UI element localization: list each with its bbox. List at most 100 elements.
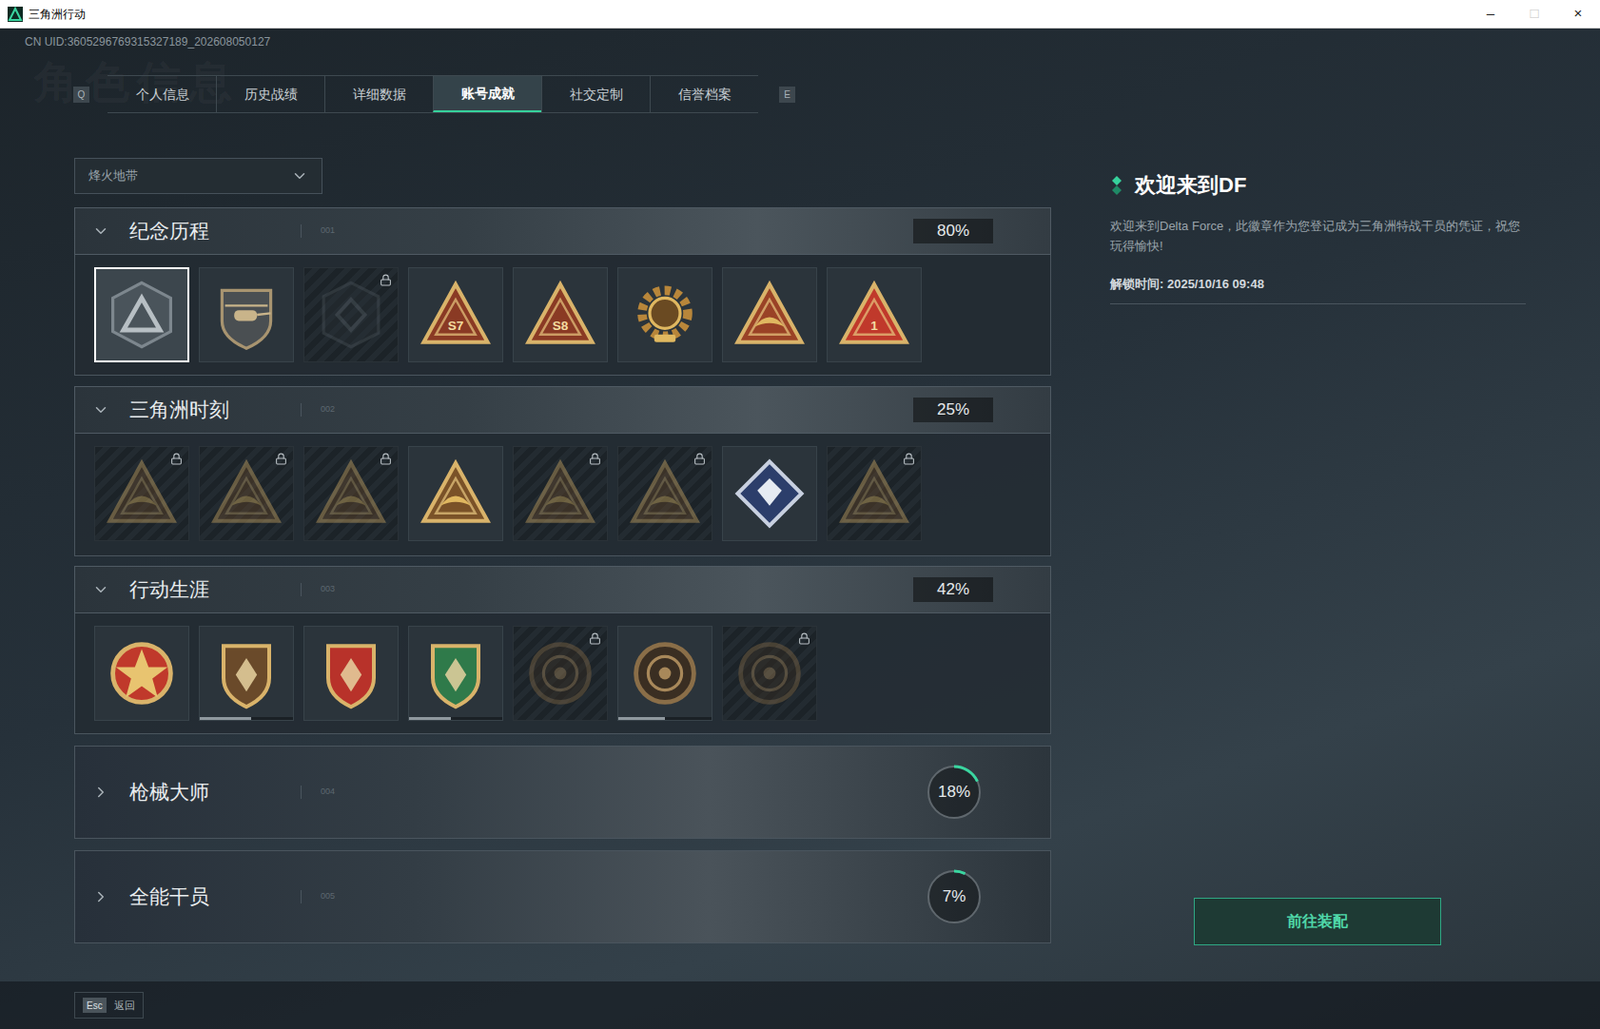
achievement-badge[interactable] [826,446,922,542]
triangle-badge-icon [626,455,703,532]
lock-icon [588,452,602,466]
achievement-badge[interactable] [617,625,713,722]
uid-label: CN UID:3605296769315327189_202608050127 [0,28,1600,54]
badge-progress [618,717,712,721]
app-window: 三角洲行动–□×角色信息CN UID:3605296769315327189_2… [0,0,1600,1029]
badge-grid [74,613,1052,735]
window-control[interactable]: – [1468,2,1513,25]
achievement-badge[interactable] [617,446,713,542]
content: 烽火地带纪念历程00180% S7 S8 1 三角洲时刻00225% 行动生涯00342%… [0,157,1600,944]
achievement-badge[interactable] [94,446,190,542]
chevron-right-icon [92,783,110,801]
star-medal-icon [103,635,180,712]
achievement-badge[interactable] [198,446,294,542]
delta-badge-icon [103,276,180,353]
category-percent: 25% [913,397,994,423]
category-header[interactable]: 纪念历程00180% [74,207,1052,255]
footer-bar: Esc返回 [0,981,1600,1029]
achievement-badge[interactable] [94,625,190,722]
achievement-badge[interactable] [303,267,399,363]
lock-icon [170,452,183,466]
watermark: 角色信息 [34,49,240,116]
triangle-badge-icon: 1 [836,276,913,353]
achievement-badge[interactable]: S8 [512,267,608,363]
triangle-badge-icon [417,455,494,532]
achievement-category[interactable]: 全能干员0057% [74,850,1052,944]
achievement-badge[interactable] [721,267,818,363]
lock-icon [274,452,288,466]
category-percent: 80% [913,218,994,244]
triangle-badge-icon [103,455,180,532]
category-header[interactable]: 行动生涯00342% [74,565,1052,614]
achievement-badge[interactable] [512,446,608,542]
coin-badge-icon [626,635,703,712]
tab[interactable]: 社交定制 [541,76,650,113]
chevron-right-icon [92,888,110,906]
lock-icon [902,452,916,466]
achievement-category[interactable]: 枪械大师00418% [74,745,1052,840]
achievement-category: 纪念历程00180% S7 S8 1 [74,207,1052,376]
chevron-down-icon [92,222,110,240]
mode-select[interactable]: 烽火地带 [74,157,323,195]
dropdown-icon [291,167,309,185]
lock-icon [588,632,602,645]
category-header[interactable]: 三角洲时刻00225% [74,386,1052,434]
tab-bar: Q个人信息历史战绩详细数据账号成就社交定制信誉档案E [73,75,1600,114]
helicopter-badge-icon [208,276,285,353]
lock-icon [379,452,392,466]
badge-mark: S7 [448,318,465,333]
back-button[interactable]: Esc返回 [74,992,144,1020]
shield-badge-icon [417,635,494,712]
lock-icon [379,273,392,287]
tab[interactable]: 详细数据 [324,76,433,113]
achievement-badge[interactable] [303,446,399,542]
achievement-badge[interactable] [303,625,399,722]
tab[interactable]: 信誉档案 [649,76,759,113]
lock-icon [798,632,811,645]
achievement-category: 行动生涯00342% [74,565,1052,735]
achievement-badge[interactable] [408,625,504,722]
shield-badge-icon [312,635,390,712]
triangle-badge-icon: S8 [522,276,599,353]
category-percent: 42% [913,577,994,603]
progress-ring: 7% [924,867,984,927]
achievement-badge[interactable] [721,625,818,722]
chevron-down-icon [92,581,110,599]
achievement-badge[interactable] [721,446,818,542]
achievement-badge[interactable]: S7 [408,267,504,363]
window-control[interactable]: □ [1512,2,1557,25]
triangle-badge-icon [731,276,808,353]
triangle-badge-icon [312,455,390,532]
achievement-badge[interactable] [198,267,294,363]
achievement-category: 三角洲时刻00225% [74,386,1052,557]
achievement-badge[interactable]: 1 [826,267,922,363]
emblem-badge-icon [312,276,390,353]
badge-mark: 1 [870,318,879,333]
achievement-badge[interactable] [198,625,294,722]
tab[interactable]: 账号成就 [432,76,542,113]
equip-button[interactable]: 前往装配 [1193,897,1442,946]
detail-panel: 欢迎来到DF欢迎来到Delta Force，此徽章作为您登记成为三角洲特战干员的… [1110,157,1526,944]
coin-badge-icon [522,635,599,712]
achievement-badge[interactable] [94,267,190,363]
badge-grid: S7 S8 1 [74,254,1052,376]
prev-key: Q [73,86,90,103]
tab[interactable]: 历史战绩 [215,76,325,113]
shield-badge-icon [208,635,285,712]
achievement-badge[interactable] [617,267,713,363]
coin-badge-icon [731,635,808,712]
lock-icon [693,452,706,466]
triangle-badge-icon [836,455,913,532]
badge-progress [199,717,293,721]
achievement-badge[interactable] [408,446,504,542]
game-screen: 角色信息CN UID:3605296769315327189_202608050… [0,28,1600,1029]
diamond-badge-icon [731,455,808,532]
badge-progress [409,717,503,721]
window-control[interactable]: × [1556,2,1600,25]
diamond-icon [1110,175,1124,196]
gear-badge-icon [626,276,703,353]
badge-mark: S8 [552,318,569,333]
achievement-badge[interactable] [512,625,608,722]
app-logo-icon [7,6,23,22]
tab[interactable]: 个人信息 [107,76,216,113]
